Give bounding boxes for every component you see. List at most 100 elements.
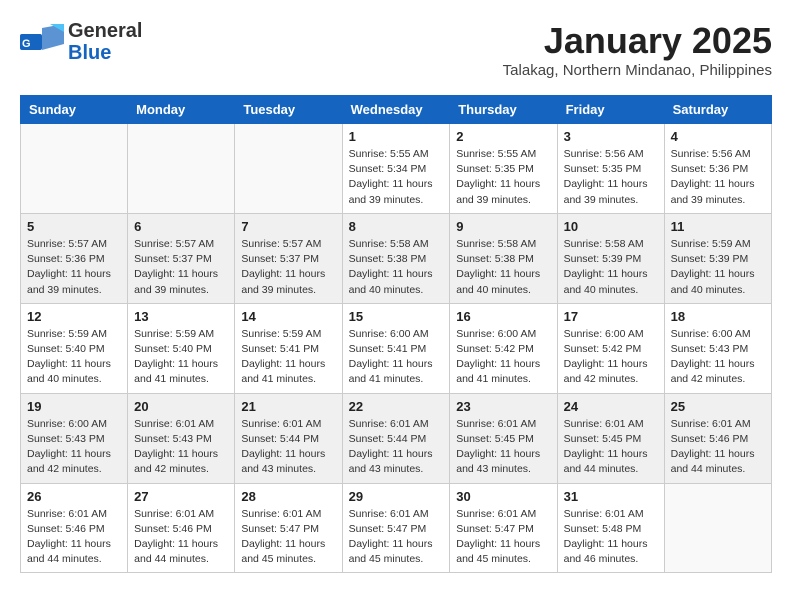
day-number: 6 (134, 219, 228, 234)
calendar-cell (235, 124, 342, 214)
day-number: 5 (27, 219, 121, 234)
day-info: Sunrise: 5:57 AM Sunset: 5:37 PM Dayligh… (241, 237, 335, 298)
calendar-cell: 31 Sunrise: 6:01 AM Sunset: 5:48 PM Dayli… (557, 483, 664, 573)
calendar-cell: 27 Sunrise: 6:01 AM Sunset: 5:46 PM Dayli… (128, 483, 235, 573)
day-info: Sunrise: 6:00 AM Sunset: 5:42 PM Dayligh… (456, 327, 550, 388)
calendar-cell: 18 Sunrise: 6:00 AM Sunset: 5:43 PM Dayli… (664, 303, 771, 393)
day-number: 22 (349, 399, 444, 414)
day-number: 15 (349, 309, 444, 324)
calendar-cell: 28Sunrise: 6:01 AM Sunset: 5:47 PM Dayli… (235, 483, 342, 573)
day-info: Sunrise: 5:56 AM Sunset: 5:36 PM Dayligh… (671, 147, 765, 208)
day-info: Sunrise: 5:59 AM Sunset: 5:39 PM Dayligh… (671, 237, 765, 298)
day-number: 24 (564, 399, 658, 414)
page-header: G General Blue January 2025 Talakag, Nor… (20, 20, 772, 79)
day-number: 1 (349, 129, 444, 144)
calendar-cell: 29Sunrise: 6:01 AM Sunset: 5:47 PM Dayli… (342, 483, 450, 573)
calendar-cell: 30 Sunrise: 6:01 AM Sunset: 5:47 PM Dayli… (450, 483, 557, 573)
logo: G General Blue (20, 20, 142, 64)
calendar-cell: 19Sunrise: 6:00 AM Sunset: 5:43 PM Dayli… (21, 393, 128, 483)
day-info: Sunrise: 6:01 AM Sunset: 5:43 PM Dayligh… (134, 417, 228, 478)
day-number: 25 (671, 399, 765, 414)
svg-text:G: G (22, 38, 31, 50)
day-number: 30 (456, 489, 550, 504)
calendar-cell: 1 Sunrise: 5:55 AM Sunset: 5:34 PM Daylig… (342, 124, 450, 214)
header-tuesday: Tuesday (235, 96, 342, 124)
calendar-cell: 25 Sunrise: 6:01 AM Sunset: 5:46 PM Dayli… (664, 393, 771, 483)
calendar-cell (21, 124, 128, 214)
calendar-cell: 10 Sunrise: 5:58 AM Sunset: 5:39 PM Dayli… (557, 213, 664, 303)
calendar-cell (128, 124, 235, 214)
calendar-cell: 24 Sunrise: 6:01 AM Sunset: 5:45 PM Dayli… (557, 393, 664, 483)
day-info: Sunrise: 5:55 AM Sunset: 5:35 PM Dayligh… (456, 147, 550, 208)
calendar: SundayMondayTuesdayWednesdayThursdayFrid… (20, 95, 772, 573)
calendar-cell: 6 Sunrise: 5:57 AM Sunset: 5:37 PM Daylig… (128, 213, 235, 303)
calendar-week-4: 19Sunrise: 6:00 AM Sunset: 5:43 PM Dayli… (21, 393, 772, 483)
calendar-cell: 12Sunrise: 5:59 AM Sunset: 5:40 PM Dayli… (21, 303, 128, 393)
calendar-cell: 7Sunrise: 5:57 AM Sunset: 5:37 PM Daylig… (235, 213, 342, 303)
day-number: 20 (134, 399, 228, 414)
day-number: 18 (671, 309, 765, 324)
day-number: 11 (671, 219, 765, 234)
title-block: January 2025 Talakag, Northern Mindanao,… (503, 20, 772, 79)
day-number: 17 (564, 309, 658, 324)
day-info: Sunrise: 5:59 AM Sunset: 5:40 PM Dayligh… (134, 327, 228, 388)
logo-general: General (68, 20, 142, 42)
day-number: 23 (456, 399, 550, 414)
day-info: Sunrise: 5:59 AM Sunset: 5:40 PM Dayligh… (27, 327, 121, 388)
calendar-cell: 3 Sunrise: 5:56 AM Sunset: 5:35 PM Daylig… (557, 124, 664, 214)
day-number: 21 (241, 399, 335, 414)
day-info: Sunrise: 5:58 AM Sunset: 5:39 PM Dayligh… (564, 237, 658, 298)
day-info: Sunrise: 6:01 AM Sunset: 5:46 PM Dayligh… (671, 417, 765, 478)
day-info: Sunrise: 6:01 AM Sunset: 5:47 PM Dayligh… (456, 507, 550, 568)
day-info: Sunrise: 5:56 AM Sunset: 5:35 PM Dayligh… (564, 147, 658, 208)
calendar-week-3: 12Sunrise: 5:59 AM Sunset: 5:40 PM Dayli… (21, 303, 772, 393)
calendar-week-5: 26Sunrise: 6:01 AM Sunset: 5:46 PM Dayli… (21, 483, 772, 573)
calendar-cell: 8 Sunrise: 5:58 AM Sunset: 5:38 PM Daylig… (342, 213, 450, 303)
day-info: Sunrise: 6:01 AM Sunset: 5:45 PM Dayligh… (456, 417, 550, 478)
day-info: Sunrise: 6:01 AM Sunset: 5:46 PM Dayligh… (27, 507, 121, 568)
logo-icon: G (20, 24, 64, 60)
day-info: Sunrise: 5:55 AM Sunset: 5:34 PM Dayligh… (349, 147, 444, 208)
day-info: Sunrise: 6:01 AM Sunset: 5:44 PM Dayligh… (349, 417, 444, 478)
day-info: Sunrise: 6:00 AM Sunset: 5:43 PM Dayligh… (27, 417, 121, 478)
calendar-cell: 15 Sunrise: 6:00 AM Sunset: 5:41 PM Dayli… (342, 303, 450, 393)
calendar-cell: 13 Sunrise: 5:59 AM Sunset: 5:40 PM Dayli… (128, 303, 235, 393)
day-info: Sunrise: 6:01 AM Sunset: 5:46 PM Dayligh… (134, 507, 228, 568)
day-info: Sunrise: 5:58 AM Sunset: 5:38 PM Dayligh… (349, 237, 444, 298)
day-number: 27 (134, 489, 228, 504)
day-info: Sunrise: 6:01 AM Sunset: 5:44 PM Dayligh… (241, 417, 335, 478)
day-number: 31 (564, 489, 658, 504)
calendar-cell: 21 Sunrise: 6:01 AM Sunset: 5:44 PM Dayli… (235, 393, 342, 483)
day-info: Sunrise: 5:57 AM Sunset: 5:36 PM Dayligh… (27, 237, 121, 298)
calendar-week-1: 1 Sunrise: 5:55 AM Sunset: 5:34 PM Daylig… (21, 124, 772, 214)
header-monday: Monday (128, 96, 235, 124)
day-number: 13 (134, 309, 228, 324)
calendar-header-row: SundayMondayTuesdayWednesdayThursdayFrid… (21, 96, 772, 124)
header-thursday: Thursday (450, 96, 557, 124)
day-number: 16 (456, 309, 550, 324)
day-info: Sunrise: 5:58 AM Sunset: 5:38 PM Dayligh… (456, 237, 550, 298)
day-number: 10 (564, 219, 658, 234)
calendar-cell: 20 Sunrise: 6:01 AM Sunset: 5:43 PM Dayli… (128, 393, 235, 483)
day-info: Sunrise: 6:00 AM Sunset: 5:41 PM Dayligh… (349, 327, 444, 388)
location: Talakag, Northern Mindanao, Philippines (503, 62, 772, 79)
calendar-cell: 26Sunrise: 6:01 AM Sunset: 5:46 PM Dayli… (21, 483, 128, 573)
day-number: 29 (349, 489, 444, 504)
day-info: Sunrise: 6:01 AM Sunset: 5:48 PM Dayligh… (564, 507, 658, 568)
month-title: January 2025 (503, 20, 772, 62)
header-saturday: Saturday (664, 96, 771, 124)
calendar-cell: 9Sunrise: 5:58 AM Sunset: 5:38 PM Daylig… (450, 213, 557, 303)
day-number: 8 (349, 219, 444, 234)
day-number: 28 (241, 489, 335, 504)
calendar-cell: 5 Sunrise: 5:57 AM Sunset: 5:36 PM Daylig… (21, 213, 128, 303)
day-info: Sunrise: 6:01 AM Sunset: 5:45 PM Dayligh… (564, 417, 658, 478)
calendar-week-2: 5 Sunrise: 5:57 AM Sunset: 5:36 PM Daylig… (21, 213, 772, 303)
day-number: 3 (564, 129, 658, 144)
calendar-cell: 4Sunrise: 5:56 AM Sunset: 5:36 PM Daylig… (664, 124, 771, 214)
calendar-cell: 22 Sunrise: 6:01 AM Sunset: 5:44 PM Dayli… (342, 393, 450, 483)
day-info: Sunrise: 5:57 AM Sunset: 5:37 PM Dayligh… (134, 237, 228, 298)
calendar-cell: 14Sunrise: 5:59 AM Sunset: 5:41 PM Dayli… (235, 303, 342, 393)
header-wednesday: Wednesday (342, 96, 450, 124)
calendar-cell: 17Sunrise: 6:00 AM Sunset: 5:42 PM Dayli… (557, 303, 664, 393)
day-info: Sunrise: 6:00 AM Sunset: 5:43 PM Dayligh… (671, 327, 765, 388)
